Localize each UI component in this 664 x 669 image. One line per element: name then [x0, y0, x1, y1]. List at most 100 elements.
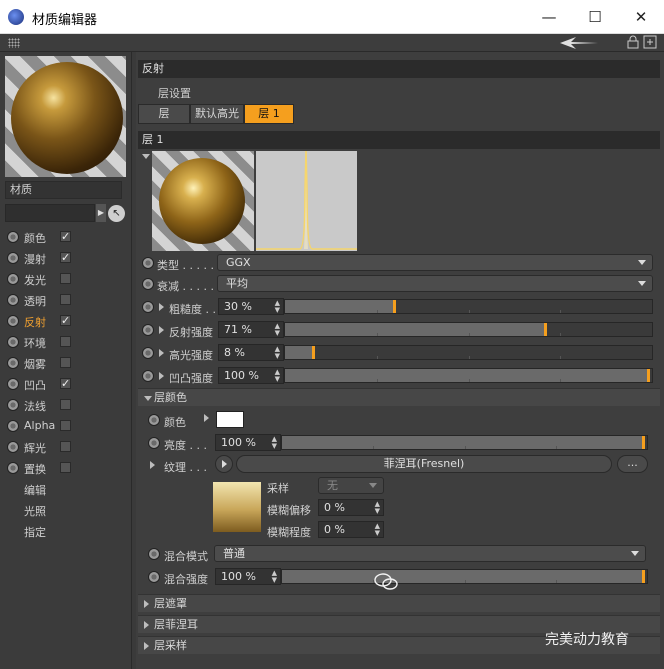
channel-checkbox[interactable]	[60, 420, 71, 431]
channel-radio-icon[interactable]	[7, 399, 19, 411]
sampling-dropdown[interactable]: 无	[318, 477, 384, 494]
bump-slider[interactable]	[284, 368, 653, 383]
channel-bump[interactable]: 凹凸 ✓	[0, 374, 132, 395]
pointer-cursor-icon[interactable]: ↖	[108, 205, 125, 222]
roughness-radio-icon[interactable]	[142, 301, 154, 313]
attenuation-radio-icon[interactable]	[142, 278, 154, 290]
tab-default-specular[interactable]: 默认高光	[190, 104, 244, 124]
channel-checkbox[interactable]	[60, 441, 71, 452]
channel-glow[interactable]: 辉光	[0, 437, 132, 458]
expand-icon[interactable]	[144, 642, 149, 650]
material-preview[interactable]	[5, 56, 126, 177]
collapse-icon[interactable]	[142, 154, 150, 159]
channel-displacement[interactable]: 置换	[0, 458, 132, 479]
material-name-label[interactable]: 材质	[5, 181, 122, 199]
blur-offset-field[interactable]: 0 % ▲ ▼	[318, 499, 384, 516]
material-search-field[interactable]	[5, 204, 95, 222]
channel-radio-icon[interactable]	[7, 273, 19, 285]
minimize-button[interactable]: —	[526, 0, 572, 34]
spinner-icon[interactable]: ▲ ▼	[272, 570, 277, 584]
channel-checkbox[interactable]: ✓	[60, 252, 71, 263]
channel-checkbox[interactable]	[60, 357, 71, 368]
channel-radio-icon[interactable]	[7, 231, 19, 243]
specular-slider[interactable]	[284, 345, 653, 360]
color-radio-icon[interactable]	[148, 414, 160, 426]
channel-radio-icon[interactable]	[7, 441, 19, 453]
reflect-strength-slider[interactable]	[284, 322, 653, 337]
back-arrow-icon[interactable]	[560, 35, 600, 51]
channel-radio-icon[interactable]	[7, 357, 19, 369]
tab-layer-1[interactable]: 层 1	[244, 104, 294, 124]
grip-icon[interactable]	[8, 38, 20, 48]
expand-icon[interactable]	[159, 303, 164, 311]
channel-color[interactable]: 颜色 ✓	[0, 227, 132, 248]
blend-mode-dropdown[interactable]: 普通	[214, 545, 646, 562]
channel-checkbox[interactable]	[60, 336, 71, 347]
channel-transparency[interactable]: 透明	[0, 290, 132, 311]
texture-preview[interactable]	[213, 482, 261, 532]
channel-checkbox[interactable]: ✓	[60, 315, 71, 326]
channel-checkbox[interactable]: ✓	[60, 231, 71, 242]
texture-fresnel-button[interactable]: 菲涅耳(Fresnel)	[236, 455, 612, 473]
layer-mask-section[interactable]: 层遮罩	[138, 594, 660, 612]
brightness-field[interactable]: 100 % ▲ ▼	[215, 434, 281, 451]
expand-icon[interactable]	[144, 621, 149, 629]
brightness-slider[interactable]	[281, 435, 648, 450]
channel-radio-icon[interactable]	[7, 420, 19, 432]
brightness-radio-icon[interactable]	[148, 437, 160, 449]
maximize-button[interactable]: ☐	[572, 0, 618, 34]
specular-radio-icon[interactable]	[142, 347, 154, 359]
type-dropdown[interactable]: GGX	[217, 254, 653, 271]
blend-mode-radio-icon[interactable]	[148, 548, 160, 560]
channel-checkbox[interactable]	[60, 462, 71, 473]
channel-checkbox[interactable]: ✓	[60, 378, 71, 389]
channel-radio-icon[interactable]	[7, 462, 19, 474]
channel-editor[interactable]: 编辑	[0, 479, 132, 500]
blend-strength-field[interactable]: 100 % ▲ ▼	[215, 568, 281, 585]
channel-assignment[interactable]: 指定	[0, 521, 132, 542]
channel-alpha[interactable]: Alpha	[0, 416, 132, 437]
channel-radio-icon[interactable]	[7, 252, 19, 264]
channel-illumination[interactable]: 光照	[0, 500, 132, 521]
blend-strength-radio-icon[interactable]	[148, 571, 160, 583]
roughness-slider[interactable]	[284, 299, 653, 314]
spinner-icon[interactable]: ▲ ▼	[275, 369, 280, 383]
spinner-icon[interactable]: ▲ ▼	[275, 323, 280, 337]
channel-radio-icon[interactable]	[7, 294, 19, 306]
expand-icon[interactable]	[150, 461, 155, 469]
close-button[interactable]: ✕	[618, 0, 664, 34]
channel-diffuse[interactable]: 漫射 ✓	[0, 248, 132, 269]
tab-layers[interactable]: 层	[138, 104, 190, 124]
material-field-arrow-icon[interactable]: ▶	[96, 204, 106, 222]
channel-checkbox[interactable]	[60, 399, 71, 410]
texture-play-button[interactable]	[215, 455, 233, 473]
texture-more-button[interactable]: ...	[617, 455, 648, 473]
channel-normal[interactable]: 法线	[0, 395, 132, 416]
spinner-icon[interactable]: ▲ ▼	[275, 346, 280, 360]
channel-checkbox[interactable]	[60, 273, 71, 284]
reflect-strength-radio-icon[interactable]	[142, 324, 154, 336]
channel-reflectance[interactable]: 反射 ✓	[0, 311, 132, 332]
reflect-strength-field[interactable]: 71 % ▲ ▼	[218, 321, 284, 338]
expand-icon[interactable]	[144, 600, 149, 608]
color-swatch[interactable]	[216, 411, 244, 428]
blend-strength-slider[interactable]	[281, 569, 648, 584]
expand-icon[interactable]	[204, 414, 209, 422]
channel-radio-icon[interactable]	[7, 336, 19, 348]
layer-color-section[interactable]: 层颜色	[138, 388, 660, 406]
attenuation-dropdown[interactable]: 平均	[217, 275, 653, 292]
channel-radio-icon[interactable]	[7, 378, 19, 390]
new-window-icon[interactable]	[643, 35, 657, 49]
bump-field[interactable]: 100 % ▲ ▼	[218, 367, 284, 384]
bump-radio-icon[interactable]	[142, 370, 154, 382]
channel-fog[interactable]: 烟雾	[0, 353, 132, 374]
spinner-icon[interactable]: ▲ ▼	[272, 436, 277, 450]
collapse-icon[interactable]	[144, 396, 152, 401]
type-radio-icon[interactable]	[142, 257, 154, 269]
spinner-icon[interactable]: ▲ ▼	[375, 501, 380, 515]
lock-icon[interactable]	[626, 35, 640, 49]
roughness-field[interactable]: 30 % ▲ ▼	[218, 298, 284, 315]
channel-checkbox[interactable]	[60, 294, 71, 305]
specular-field[interactable]: 8 % ▲ ▼	[218, 344, 284, 361]
expand-icon[interactable]	[159, 372, 164, 380]
